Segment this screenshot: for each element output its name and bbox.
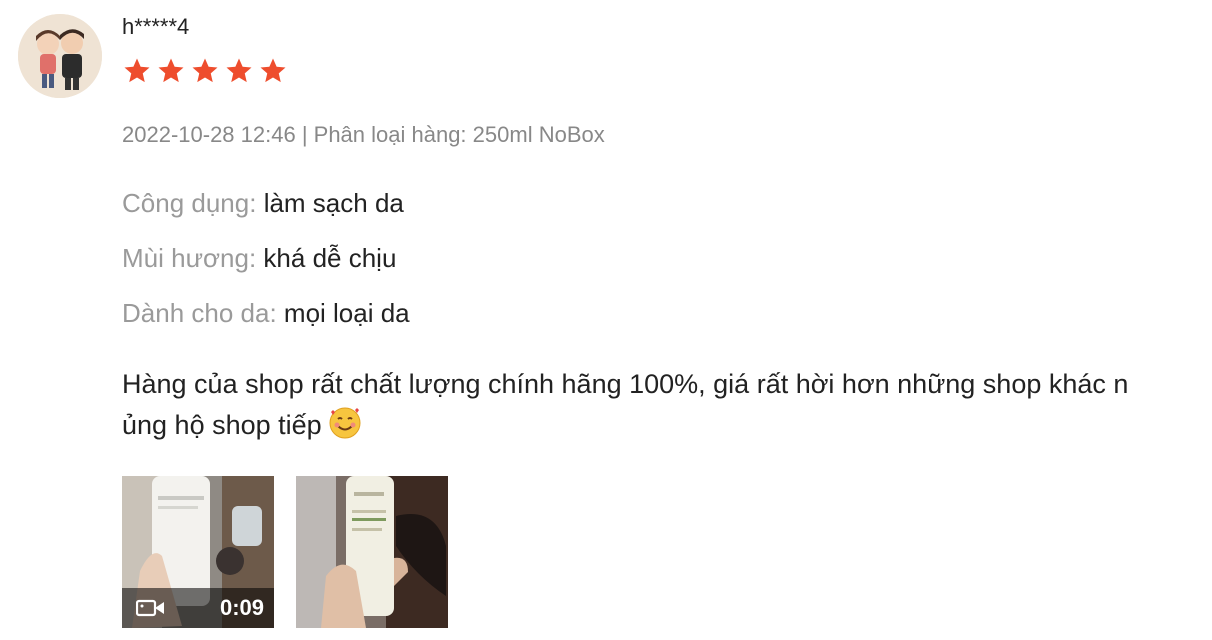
smiling-face-with-hearts-icon [328, 406, 362, 452]
video-duration: 0:09 [219, 595, 264, 620]
avatar-image [18, 14, 102, 98]
attribute-row: Dành cho da: mọi loại da [122, 298, 410, 329]
reviewer-username: h*****4 [122, 14, 190, 39]
review-meta: 2022-10-28 12:46 | Phân loại hàng: 250ml… [122, 122, 605, 147]
star-icon [226, 58, 252, 83]
comment-text: ủng hộ shop tiếp [122, 410, 322, 440]
review-video-thumbnail[interactable]: 0:09 [122, 476, 274, 628]
review-image-thumbnail[interactable] [296, 476, 448, 628]
star-rating [122, 56, 288, 86]
attribute-label: Mùi hương: [122, 243, 257, 273]
attribute-value: mọi loại da [283, 298, 410, 328]
avatar [18, 14, 102, 98]
star-icon [192, 58, 218, 83]
attribute-label: Công dụng: [122, 188, 257, 218]
attribute-value: khá dễ chịu [263, 243, 397, 273]
video-overlay: 0:09 [122, 588, 274, 628]
star-icon [158, 58, 184, 83]
attribute-value: làm sạch da [263, 188, 404, 218]
comment-line: Hàng của shop rất chất lượng chính hãng … [122, 369, 1129, 399]
video-camera-icon [136, 599, 164, 617]
comment-line: ủng hộ shop tiếp [122, 405, 1212, 452]
review-comment: Hàng của shop rất chất lượng chính hãng … [122, 364, 1212, 452]
star-icon [124, 58, 150, 83]
attribute-row: Công dụng: làm sạch da [122, 188, 404, 219]
star-icon [260, 58, 286, 83]
attribute-row: Mùi hương: khá dễ chịu [122, 243, 396, 274]
attribute-label: Dành cho da: [122, 298, 277, 328]
image-thumbnail [296, 476, 448, 628]
